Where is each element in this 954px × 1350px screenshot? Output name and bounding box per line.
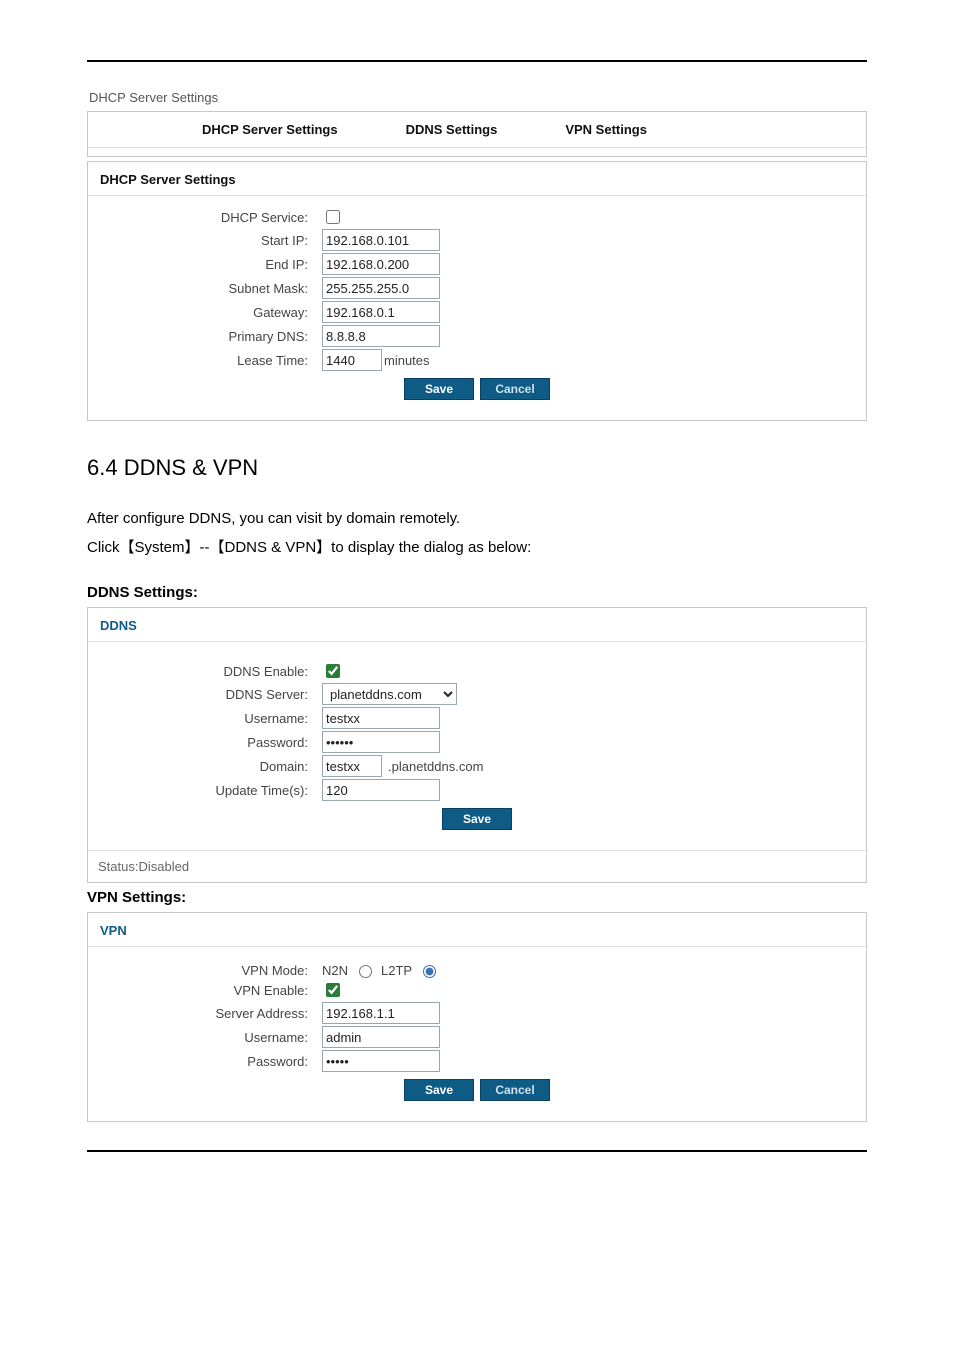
- dhcp-end-label: End IP:: [88, 257, 322, 272]
- ddns-domain-suffix: .planetddns.com: [388, 759, 483, 774]
- body-p2: Click【System】--【DDNS & VPN】to display th…: [87, 539, 531, 556]
- vpn-mode-l2tp-label: L2TP: [381, 963, 412, 978]
- tab-vpn[interactable]: VPN Settings: [531, 112, 681, 147]
- body-p1: After configure DDNS, you can visit by d…: [87, 510, 460, 527]
- dhcp-dns-label: Primary DNS:: [88, 329, 322, 344]
- dhcp-end-input[interactable]: [322, 253, 440, 275]
- tab-ddns[interactable]: DDNS Settings: [372, 112, 532, 147]
- ddns-user-input[interactable]: [322, 707, 440, 729]
- dhcp-panel: DHCP Server Settings DHCP Service: Start…: [87, 161, 867, 421]
- vpn-heading: VPN Settings:: [87, 889, 867, 906]
- dhcp-cancel-button[interactable]: Cancel: [480, 378, 550, 400]
- ddns-server-select[interactable]: planetddns.com: [322, 683, 457, 705]
- vpn-enable-label: VPN Enable:: [88, 983, 322, 998]
- body-text: After configure DDNS, you can visit by d…: [87, 505, 867, 562]
- dhcp-mask-label: Subnet Mask:: [88, 281, 322, 296]
- vpn-save-button[interactable]: Save: [404, 1079, 474, 1101]
- ddns-enable-checkbox[interactable]: [326, 664, 340, 678]
- section-heading: 6.4 DDNS & VPN: [87, 455, 867, 481]
- dhcp-start-input[interactable]: [322, 229, 440, 251]
- vpn-panel: VPN VPN Mode: N2N L2TP VPN Enable: Serve…: [87, 912, 867, 1122]
- ddns-enable-label: DDNS Enable:: [88, 664, 322, 679]
- page-top-rule: [87, 60, 867, 62]
- vpn-pass-input[interactable]: [322, 1050, 440, 1072]
- dhcp-lease-suffix: minutes: [384, 353, 430, 368]
- vpn-mode-n2n-label: N2N: [322, 963, 348, 978]
- dhcp-title: DHCP Server Settings: [88, 162, 866, 196]
- ddns-status: Status:Disabled: [88, 850, 866, 882]
- dhcp-mask-input[interactable]: [322, 277, 440, 299]
- vpn-form: VPN Mode: N2N L2TP VPN Enable: Server Ad…: [88, 947, 866, 1121]
- vpn-enable-checkbox[interactable]: [326, 983, 340, 997]
- ddns-pass-label: Password:: [88, 735, 322, 750]
- dhcp-lease-input[interactable]: [322, 349, 382, 371]
- screenshot-caption: DHCP Server Settings: [89, 90, 867, 105]
- dhcp-gw-label: Gateway:: [88, 305, 322, 320]
- dhcp-lease-label: Lease Time:: [88, 353, 322, 368]
- vpn-user-label: Username:: [88, 1030, 322, 1045]
- tabs-panel: DHCP Server Settings DDNS Settings VPN S…: [87, 111, 867, 157]
- vpn-title: VPN: [88, 913, 866, 947]
- vpn-mode-n2n-radio[interactable]: [359, 965, 372, 978]
- dhcp-gw-input[interactable]: [322, 301, 440, 323]
- ddns-heading: DDNS Settings:: [87, 584, 867, 601]
- vpn-server-label: Server Address:: [88, 1006, 322, 1021]
- vpn-server-input[interactable]: [322, 1002, 440, 1024]
- vpn-pass-label: Password:: [88, 1054, 322, 1069]
- dhcp-service-label: DHCP Service:: [88, 210, 322, 225]
- vpn-mode-l2tp-radio[interactable]: [423, 965, 436, 978]
- ddns-form: DDNS Enable: DDNS Server: planetddns.com…: [88, 642, 866, 850]
- ddns-user-label: Username:: [88, 711, 322, 726]
- vpn-cancel-button[interactable]: Cancel: [480, 1079, 550, 1101]
- page-bottom-rule: [87, 1150, 867, 1152]
- ddns-domain-label: Domain:: [88, 759, 322, 774]
- dhcp-dns-input[interactable]: [322, 325, 440, 347]
- ddns-pass-input[interactable]: [322, 731, 440, 753]
- ddns-update-label: Update Time(s):: [88, 783, 322, 798]
- ddns-save-button[interactable]: Save: [442, 808, 512, 830]
- dhcp-start-label: Start IP:: [88, 233, 322, 248]
- dhcp-form: DHCP Service: Start IP: End IP: Subnet M…: [88, 196, 866, 420]
- tabs-bar: DHCP Server Settings DDNS Settings VPN S…: [88, 112, 866, 148]
- ddns-panel: DDNS DDNS Enable: DDNS Server: planetddn…: [87, 607, 867, 883]
- ddns-title: DDNS: [88, 608, 866, 642]
- tab-dhcp[interactable]: DHCP Server Settings: [168, 112, 372, 147]
- dhcp-service-checkbox[interactable]: [326, 210, 340, 224]
- ddns-update-input[interactable]: [322, 779, 440, 801]
- ddns-server-label: DDNS Server:: [88, 687, 322, 702]
- ddns-domain-input[interactable]: [322, 755, 382, 777]
- dhcp-save-button[interactable]: Save: [404, 378, 474, 400]
- vpn-user-input[interactable]: [322, 1026, 440, 1048]
- vpn-mode-label: VPN Mode:: [88, 963, 322, 978]
